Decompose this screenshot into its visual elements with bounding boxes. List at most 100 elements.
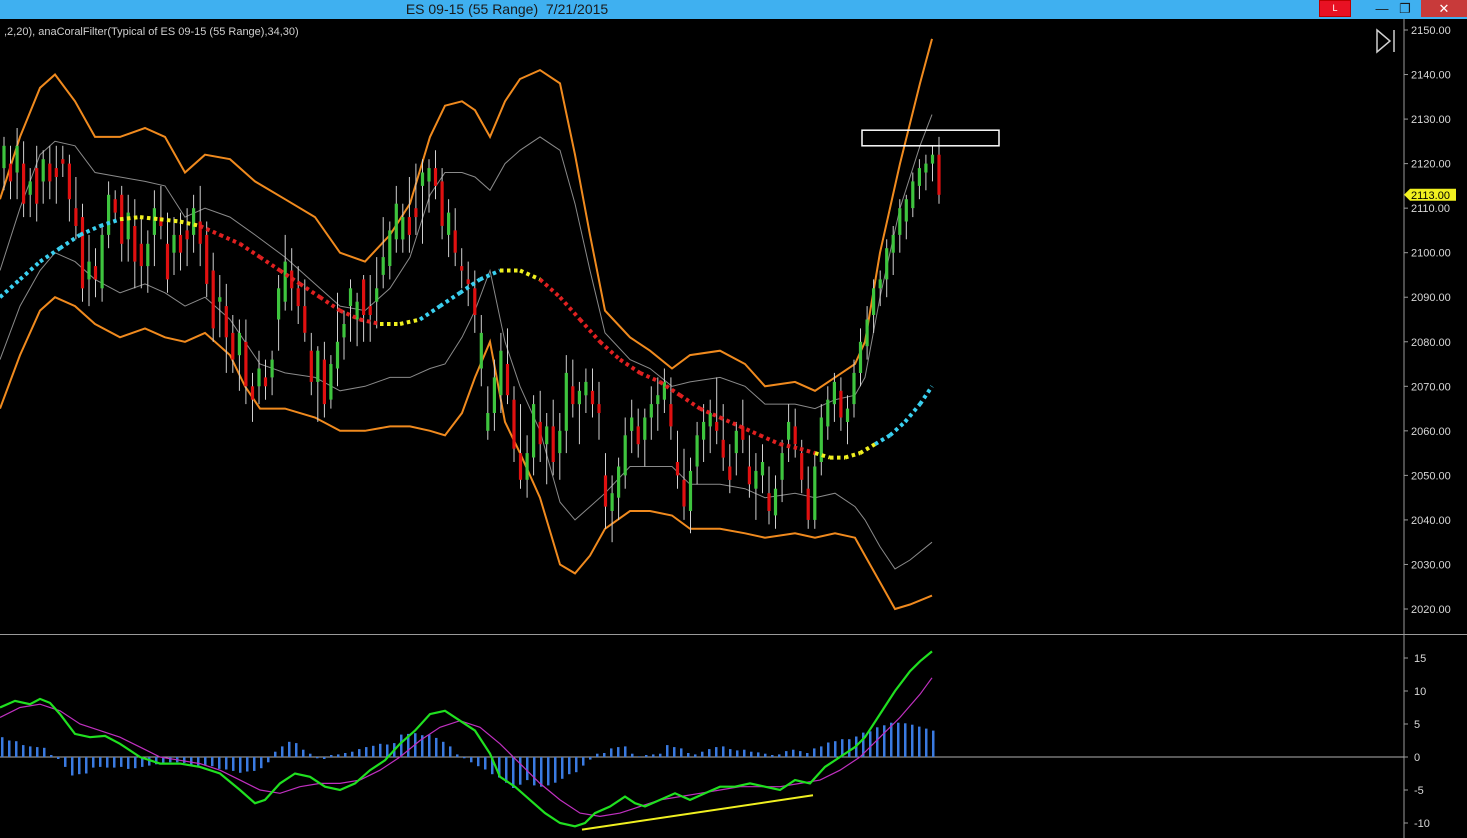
candle-body	[643, 417, 647, 440]
candle	[636, 408, 640, 458]
candle-body	[283, 261, 287, 302]
candle	[754, 453, 758, 520]
coral-segment	[519, 268, 541, 282]
candle-body	[433, 168, 438, 186]
candle-body	[813, 466, 817, 520]
histogram-bar	[820, 746, 823, 757]
histogram-bar	[50, 755, 53, 757]
candle-body	[512, 399, 516, 449]
candle	[767, 466, 771, 525]
candle	[107, 181, 111, 249]
candle	[852, 359, 856, 418]
coral-segment	[199, 224, 221, 237]
candle-body	[904, 199, 908, 222]
candle-body	[447, 212, 451, 235]
price-tick-label: 2070.00	[1411, 381, 1451, 393]
histogram-bar	[190, 757, 193, 765]
price-tick-label: 2040.00	[1411, 515, 1451, 527]
chart-canvas[interactable]: 2150.00 2140.00 2130.00 2120.00 2110.00 2100.…	[0, 0, 1467, 838]
histogram-bar	[288, 741, 291, 757]
candle-body	[133, 226, 137, 262]
outer-lower-band	[0, 296, 933, 611]
histogram-bar	[64, 757, 67, 767]
coral-segment	[399, 317, 421, 326]
coral-segment	[418, 304, 442, 322]
candle-body	[630, 417, 634, 431]
candle	[819, 404, 823, 476]
coral-segment	[58, 233, 82, 250]
histogram-bar	[701, 751, 704, 757]
histogram-bar	[449, 746, 452, 757]
histogram-bar	[652, 754, 655, 757]
candle-body	[205, 234, 209, 284]
candle	[375, 257, 379, 329]
histogram-bar	[106, 757, 109, 768]
candle	[211, 252, 215, 342]
candle-body	[270, 359, 274, 378]
candle-body	[695, 435, 699, 467]
candle-body	[669, 404, 673, 427]
candle-body	[839, 390, 843, 418]
candle-body	[218, 297, 222, 302]
candle-body	[767, 493, 771, 511]
candle	[48, 145, 52, 200]
candle-body	[2, 145, 6, 169]
coral-segment	[799, 446, 816, 456]
candle	[218, 275, 222, 338]
candle-body	[22, 163, 26, 204]
candle-body	[747, 466, 751, 485]
histogram-bar	[15, 741, 18, 757]
histogram-bar	[778, 754, 781, 757]
histogram-bar	[246, 757, 249, 772]
histogram-bar	[358, 749, 361, 757]
candle	[146, 230, 150, 293]
candle-body	[277, 288, 281, 320]
histogram-bar	[351, 751, 354, 757]
candle	[67, 154, 71, 222]
histogram-bar	[204, 757, 207, 766]
candle-body	[244, 341, 248, 387]
histogram-bar	[260, 757, 263, 769]
candle-body	[107, 194, 111, 235]
candle-body	[41, 159, 45, 182]
coral-segment	[438, 291, 462, 308]
candle	[904, 194, 908, 240]
histogram-bar	[631, 753, 634, 757]
last-price-label: 2113.00	[1411, 190, 1450, 202]
coral-segment	[888, 420, 907, 437]
candle	[335, 292, 340, 387]
candle	[407, 177, 411, 253]
candle-body	[427, 168, 431, 182]
coral-segment	[38, 246, 62, 264]
histogram-bar	[372, 745, 375, 757]
candle	[283, 234, 287, 311]
candle-body	[734, 430, 738, 454]
candle-body	[152, 208, 156, 235]
candle	[93, 248, 98, 298]
histogram-bar	[43, 747, 46, 757]
candle-body	[67, 163, 71, 200]
candle-body	[48, 163, 52, 182]
histogram-bar	[113, 757, 116, 768]
histogram-bar	[876, 727, 879, 757]
candle-body	[911, 181, 915, 209]
histogram-bar	[197, 757, 200, 766]
scroll-end-icon[interactable]	[1376, 28, 1395, 54]
candle	[708, 399, 712, 454]
candle	[270, 350, 274, 396]
candle-body	[172, 234, 176, 253]
candle	[460, 248, 464, 289]
candle	[368, 275, 372, 342]
candle-body	[571, 386, 575, 405]
candle	[394, 185, 398, 253]
candle-body	[93, 266, 98, 280]
candle	[250, 372, 255, 422]
price-tick-label: 2030.00	[1411, 560, 1451, 572]
histogram-bar	[456, 754, 459, 757]
candle	[603, 453, 608, 529]
candle-body	[342, 324, 346, 338]
price-tick-label: 2100.00	[1411, 248, 1451, 260]
candle-body	[139, 243, 143, 267]
histogram-bar	[568, 757, 571, 775]
coral-segment	[814, 451, 831, 460]
